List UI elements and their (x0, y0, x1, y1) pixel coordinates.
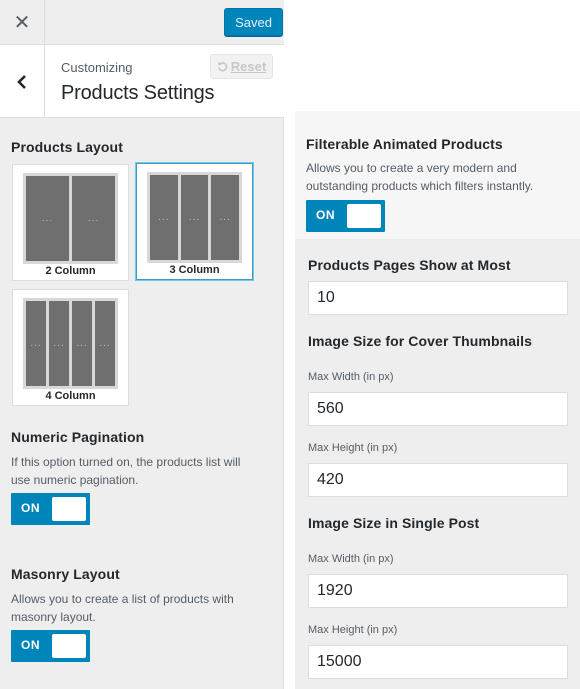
toggle-knob (52, 634, 86, 658)
masonry-layout-description-line2: masonry layout. (11, 610, 96, 624)
chevron-left-icon (17, 74, 26, 89)
column-block: ... (26, 301, 46, 386)
filterable-description-line2: outstanding products which filters insta… (306, 179, 534, 193)
layout-option-label: 2 Column (45, 265, 96, 277)
numeric-pagination-description-line1: If this option turned on, the products l… (11, 455, 241, 469)
cover-max-width-label: Max Width (in px) (308, 371, 394, 383)
back-button[interactable] (0, 45, 45, 118)
toggle-on-label: ON (316, 208, 335, 222)
single-max-height-label: Max Height (in px) (308, 624, 398, 636)
column-block: ... (95, 301, 115, 386)
single-max-width-label: Max Width (in px) (308, 553, 394, 565)
filterable-title: Filterable Animated Products (306, 136, 503, 152)
layout-option-2-column[interactable]: ... ... 2 Column (12, 164, 129, 281)
reset-label: Reset (230, 59, 267, 74)
saved-button[interactable]: Saved (224, 8, 283, 36)
pages-show-input[interactable] (308, 281, 568, 315)
pages-show-title: Products Pages Show at Most (308, 257, 511, 273)
column-block: ... (180, 175, 209, 260)
layout-option-label: 3 Column (169, 264, 220, 276)
toggle-knob (52, 497, 86, 521)
column-block: ... (211, 175, 240, 260)
masonry-layout-description-line1: Allows you to create a list of products … (11, 592, 234, 606)
cover-thumbnails-title: Image Size for Cover Thumbnails (308, 333, 533, 349)
single-post-title: Image Size in Single Post (308, 515, 480, 531)
undo-icon (217, 61, 228, 72)
numeric-pagination-title: Numeric Pagination (11, 429, 145, 445)
layout-preview: ... ... ... ... (23, 298, 118, 389)
layout-option-3-column[interactable]: ... ... ... 3 Column (136, 163, 253, 280)
section-header: Customizing Products Settings Reset (0, 45, 284, 118)
filterable-description-line1: Allows you to create a very modern and (306, 161, 517, 175)
toggle-knob (347, 204, 381, 228)
customizer-topbar: ✕ Saved (0, 0, 284, 45)
cover-max-height-input[interactable] (308, 463, 568, 497)
single-max-height-input[interactable] (308, 645, 568, 679)
single-max-width-input[interactable] (308, 574, 568, 608)
numeric-pagination-description-line2: use numeric pagination. (11, 473, 139, 487)
column-block: ... (72, 301, 92, 386)
layout-preview: ... ... ... (147, 172, 242, 263)
close-icon: ✕ (13, 12, 31, 34)
column-block: ... (150, 175, 178, 260)
column-block: ... (49, 301, 69, 386)
reset-button[interactable]: Reset (210, 54, 273, 79)
masonry-layout-toggle[interactable]: ON (11, 630, 90, 662)
close-button[interactable]: ✕ (0, 0, 45, 45)
toggle-on-label: ON (21, 638, 40, 652)
cover-max-height-label: Max Height (in px) (308, 442, 398, 454)
filterable-toggle[interactable]: ON (306, 200, 385, 232)
column-block: ... (26, 176, 69, 261)
layout-option-label: 4 Column (45, 390, 96, 402)
customizing-label: Customizing (61, 60, 133, 75)
page-title: Products Settings (61, 82, 215, 104)
customizer-sidebar: ✕ Saved Customizing Products Settings Re… (0, 0, 284, 689)
layout-preview: ... ... (23, 173, 118, 264)
masonry-layout-title: Masonry Layout (11, 566, 120, 582)
toggle-on-label: ON (21, 501, 40, 515)
products-layout-title: Products Layout (11, 139, 123, 155)
layout-option-4-column[interactable]: ... ... ... ... 4 Column (12, 289, 129, 406)
column-block: ... (72, 176, 115, 261)
numeric-pagination-toggle[interactable]: ON (11, 493, 90, 525)
cover-max-width-input[interactable] (308, 392, 568, 426)
